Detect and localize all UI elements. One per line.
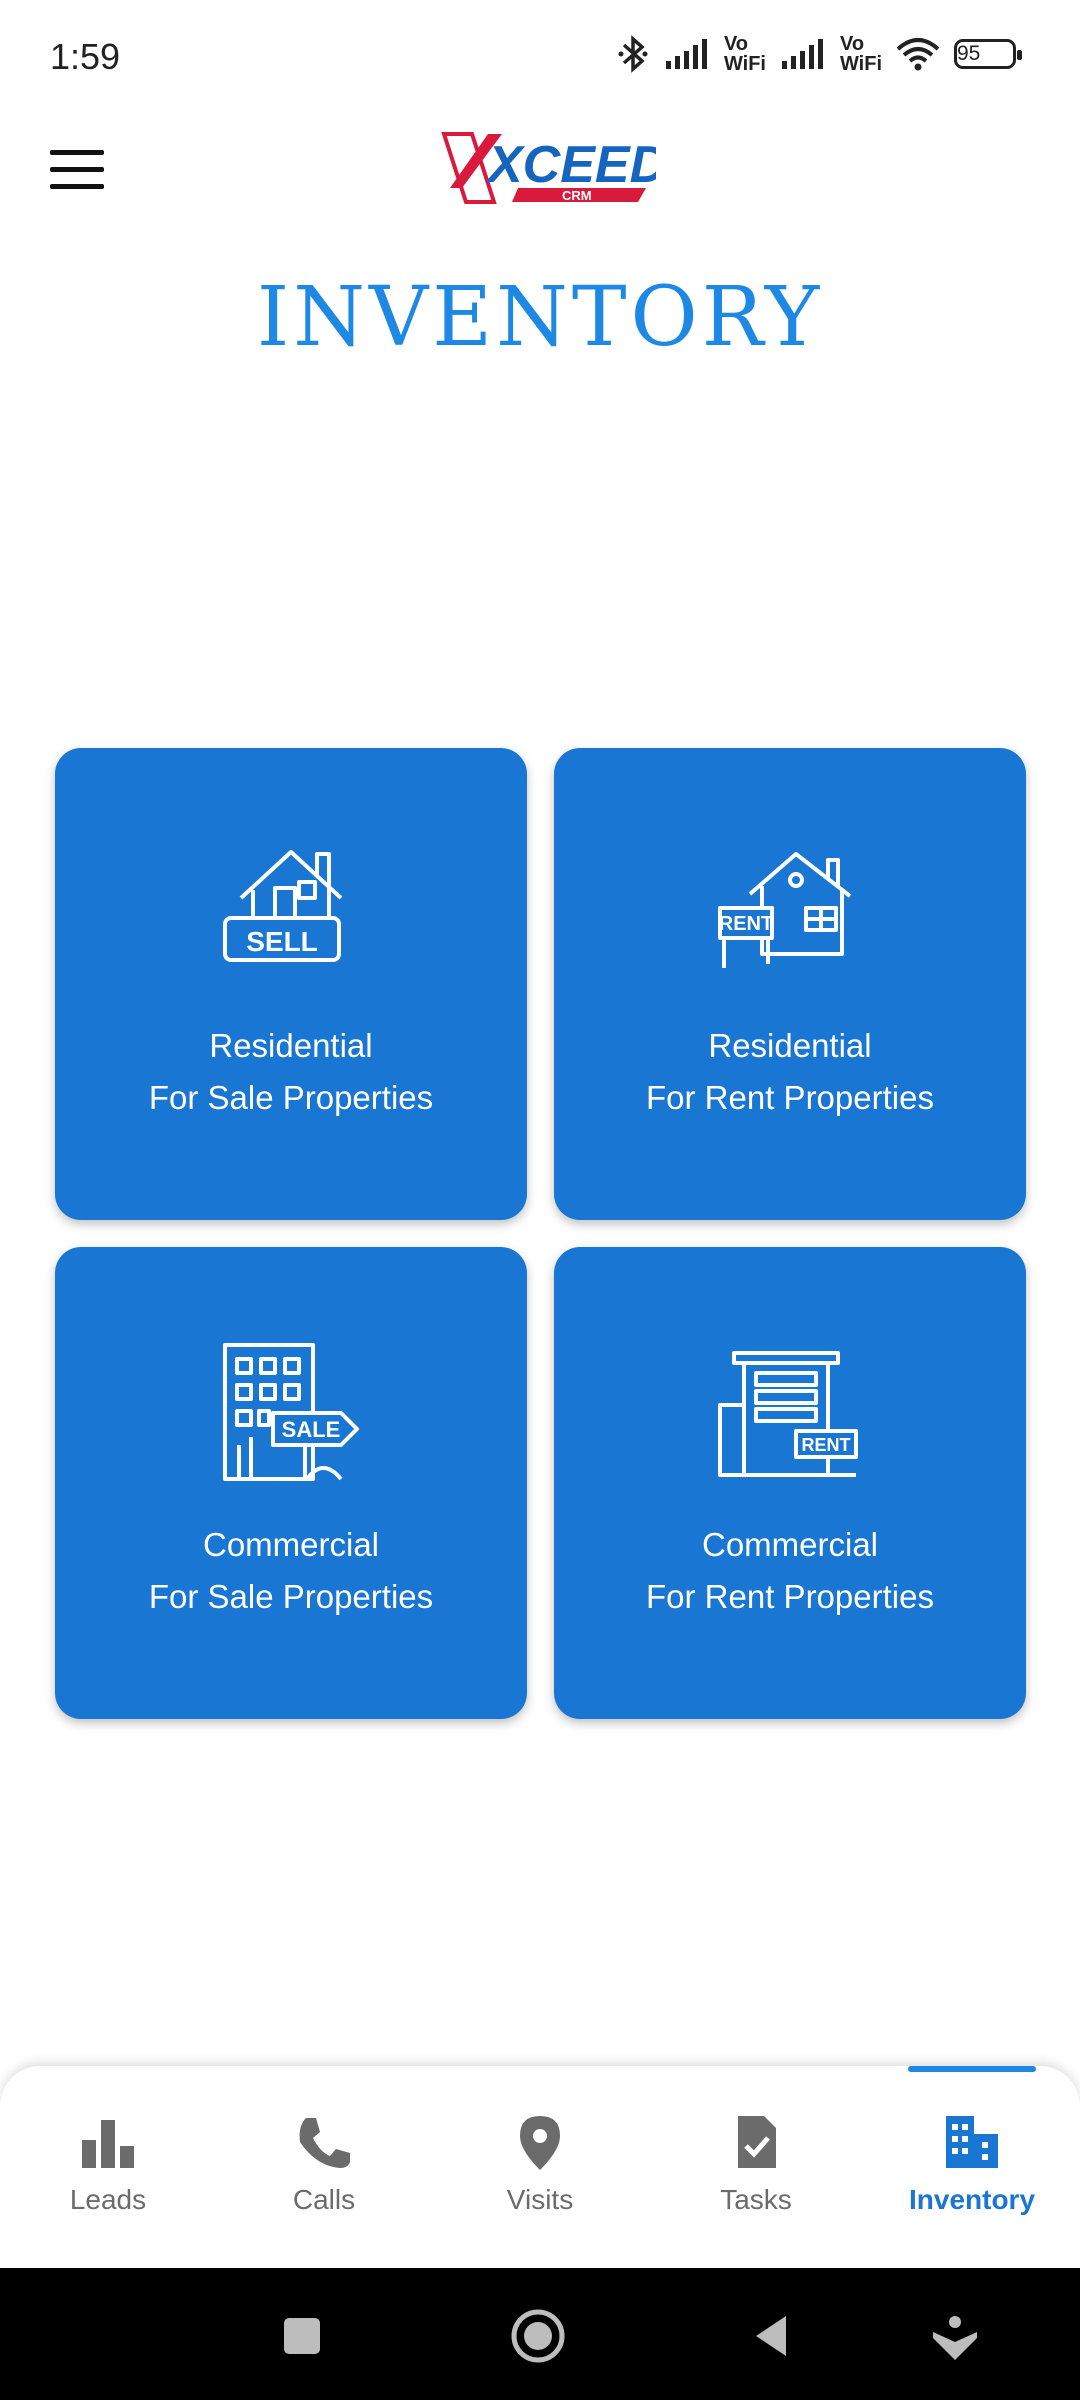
vowifi-label-1: Vo WiFi <box>723 33 766 75</box>
nav-label-visits: Visits <box>506 2184 574 2215</box>
svg-text:XCEED: XCEED <box>485 136 656 194</box>
home-button-icon[interactable] <box>508 2306 568 2366</box>
battery-indicator: 95 <box>954 39 1022 69</box>
status-time: 1:59 <box>50 36 121 77</box>
location-pin-icon <box>520 2116 560 2170</box>
building-sale-icon: SALE <box>223 1343 359 1481</box>
bluetooth-icon <box>616 35 650 73</box>
card-label: Residential For Rent Properties <box>554 1020 1026 1124</box>
svg-text:SALE: SALE <box>282 1417 341 1442</box>
svg-text:RENT: RENT <box>719 913 773 935</box>
card-commercial-for-rent[interactable]: RENT Commercial For Rent Properties <box>554 1247 1026 1719</box>
svg-text:RENT: RENT <box>802 1435 851 1455</box>
house-sell-icon: SELL <box>223 850 343 962</box>
inventory-screen: 1:59 Vo WiFi Vo WiFi 95 XCEED CRM INVENT… <box>0 0 1080 2400</box>
card-label-line2: For Rent Properties <box>646 1079 934 1116</box>
hamburger-menu-icon[interactable] <box>50 150 104 192</box>
xceed-crm-logo: XCEED CRM <box>441 132 656 204</box>
svg-text:SELL: SELL <box>246 926 318 957</box>
card-label-line2: For Sale Properties <box>148 1079 434 1116</box>
vowifi-label-2: Vo WiFi <box>839 33 882 75</box>
card-residential-for-sale[interactable]: SELL Residential For Sale Properties <box>55 748 527 1220</box>
recents-button-icon[interactable] <box>272 2306 332 2366</box>
phone-icon <box>299 2118 350 2168</box>
svg-text:CRM: CRM <box>562 188 592 203</box>
buildings-icon <box>946 2116 998 2168</box>
nav-label-inventory: Inventory <box>908 2184 1036 2215</box>
card-label: Commercial For Sale Properties <box>55 1519 527 1623</box>
nav-item-calls[interactable]: Calls <box>216 2066 432 2268</box>
signal-icon-2 <box>780 37 826 71</box>
card-label-line2: For Sale Properties <box>148 1578 434 1615</box>
nav-item-inventory[interactable]: Inventory <box>864 2066 1080 2268</box>
nav-label-tasks: Tasks <box>720 2184 792 2215</box>
house-rent-icon: RENT <box>718 852 852 968</box>
card-residential-for-rent[interactable]: RENT Residential For Rent Properties <box>554 748 1026 1220</box>
building-rent-icon: RENT <box>718 1351 858 1477</box>
card-label: Residential For Sale Properties <box>55 1020 527 1124</box>
card-commercial-for-sale[interactable]: SALE Commercial For Sale Properties <box>55 1247 527 1719</box>
page-title: INVENTORY <box>256 270 824 365</box>
card-label-line1: Commercial <box>701 1526 879 1563</box>
status-icons: Vo WiFi Vo WiFi 95 <box>616 33 1022 75</box>
task-clipboard-icon <box>738 2116 776 2168</box>
nav-item-visits[interactable]: Visits <box>432 2066 648 2268</box>
card-label-line1: Residential <box>708 1027 872 1064</box>
nav-item-tasks[interactable]: Tasks <box>648 2066 864 2268</box>
card-label-line2: For Rent Properties <box>646 1578 934 1615</box>
nav-label-leads: Leads <box>69 2184 147 2215</box>
card-label-line1: Commercial <box>202 1526 380 1563</box>
signal-icon <box>664 37 710 71</box>
nav-item-leads[interactable]: Leads <box>0 2066 216 2268</box>
system-navigation-bar <box>0 2268 1080 2400</box>
assistant-button-icon[interactable] <box>925 2306 985 2366</box>
status-bar: 1:59 Vo WiFi Vo WiFi 95 <box>0 0 1080 120</box>
card-label-line1: Residential <box>209 1027 373 1064</box>
wifi-icon <box>896 37 940 71</box>
nav-label-calls: Calls <box>292 2184 356 2215</box>
bottom-navigation: Leads Calls Visits Tasks Inventory <box>0 2066 1080 2268</box>
card-label: Commercial For Rent Properties <box>554 1519 1026 1623</box>
app-header: XCEED CRM <box>0 120 1080 225</box>
back-button-icon[interactable] <box>744 2306 804 2366</box>
bar-chart-icon <box>82 2120 134 2168</box>
